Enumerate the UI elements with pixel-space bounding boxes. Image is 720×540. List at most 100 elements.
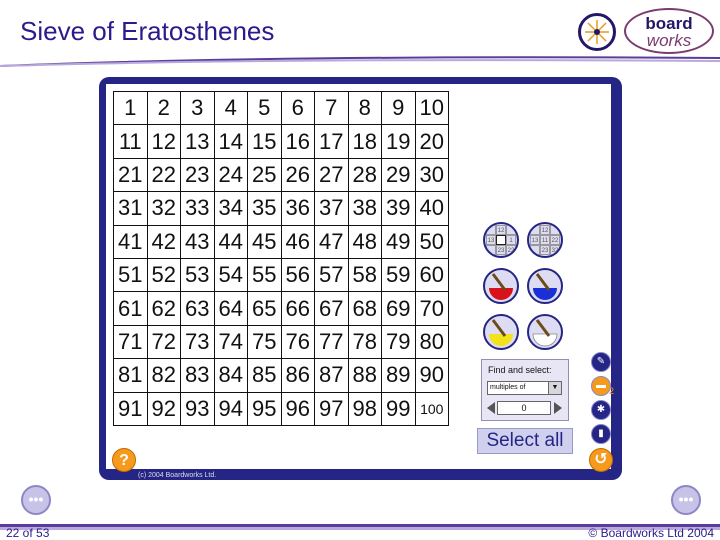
grid-cell[interactable]: 67 [314,291,349,326]
grid-cell[interactable]: 24 [213,157,248,193]
grid-cell[interactable]: 7 [314,90,349,126]
grid-cell[interactable]: 4 [213,90,248,126]
grid-cell[interactable]: 35 [247,191,282,226]
help-button[interactable]: ? [112,448,136,472]
grid-cell[interactable]: 32 [146,191,181,226]
grid-cell[interactable]: 81 [113,358,148,393]
grid-cell[interactable]: 19 [381,124,416,159]
grid-cell[interactable]: 12 [146,124,181,159]
grid-cell[interactable]: 29 [381,157,416,193]
grid-cell[interactable]: 46 [280,224,315,259]
grid-cell[interactable]: 18 [347,124,382,159]
previous-slide-button[interactable]: ••• [21,485,51,515]
grid-cell[interactable]: 41 [113,224,148,259]
grid-cell[interactable]: 52 [146,257,181,293]
grid-cell[interactable]: 15 [247,124,282,159]
grid-cell[interactable]: 61 [113,291,148,326]
grid-cell[interactable]: 97 [314,391,349,426]
grid-cell[interactable]: 90 [414,358,449,393]
increment-arrow-icon[interactable] [554,402,562,414]
chevron-down-icon[interactable]: ▼ [548,382,561,394]
grid-cell[interactable]: 34 [213,191,248,226]
grid-cell[interactable]: 20 [414,124,449,159]
tool-paint-yellow[interactable] [483,314,519,350]
decrement-arrow-icon[interactable] [487,402,495,414]
grid-cell[interactable]: 99 [381,391,416,426]
grid-cell[interactable]: 47 [314,224,349,259]
grid-cell[interactable]: 27 [314,157,349,193]
grid-cell[interactable]: 76 [280,324,315,360]
grid-cell[interactable]: 8 [347,90,382,126]
grid-cell[interactable]: 73 [180,324,215,360]
grid-cell[interactable]: 83 [180,358,215,393]
grid-cell[interactable]: 66 [280,291,315,326]
grid-cell[interactable]: 92 [146,391,181,426]
grid-cell[interactable]: 26 [280,157,315,193]
grid-cell[interactable]: 72 [146,324,181,360]
grid-cell[interactable]: 95 [247,391,282,426]
grid-cell[interactable]: 36 [280,191,315,226]
grid-cell[interactable]: 17 [314,124,349,159]
grid-cell[interactable]: 74 [213,324,248,360]
grid-cell[interactable]: 87 [314,358,349,393]
grid-cell[interactable]: 33 [180,191,215,226]
grid-cell[interactable]: 1 [113,90,148,126]
grid-cell[interactable]: 14 [213,124,248,159]
grid-cell[interactable]: 30 [414,157,449,193]
grid-cell[interactable]: 60 [414,257,449,293]
grid-cell[interactable]: 6 [280,90,315,126]
grid-cell[interactable]: 85 [247,358,282,393]
grid-cell[interactable]: 82 [146,358,181,393]
grid-cell[interactable]: 56 [280,257,315,293]
grid-cell[interactable]: 65 [247,291,282,326]
undo-button[interactable]: ↺ [589,448,613,472]
grid-cell[interactable]: 84 [213,358,248,393]
side-pen-button[interactable]: ✎ [591,352,611,372]
grid-cell[interactable]: 64 [213,291,248,326]
grid-cell[interactable]: 3 [180,90,215,126]
grid-cell[interactable]: 88 [347,358,382,393]
grid-cell[interactable]: 38 [347,191,382,226]
select-all-button[interactable]: Select all [477,428,573,454]
grid-cell[interactable]: 48 [347,224,382,259]
grid-cell[interactable]: 25 [247,157,282,193]
tool-show-number[interactable]: 12 13 11 22 23 32 [527,222,563,258]
grid-cell[interactable]: 21 [113,157,148,193]
grid-cell[interactable]: 89 [381,358,416,393]
grid-cell[interactable]: 100 [414,391,449,426]
grid-cell[interactable]: 42 [146,224,181,259]
grid-cell[interactable]: 96 [280,391,315,426]
stepper-value[interactable]: 0 [497,401,551,415]
grid-cell[interactable]: 49 [381,224,416,259]
grid-cell[interactable]: 80 [414,324,449,360]
grid-cell[interactable]: 5 [247,90,282,126]
grid-cell[interactable]: 75 [247,324,282,360]
grid-cell[interactable]: 10 [414,90,449,126]
grid-cell[interactable]: 63 [180,291,215,326]
grid-cell[interactable]: 50 [414,224,449,259]
grid-cell[interactable]: 53 [180,257,215,293]
grid-cell[interactable]: 54 [213,257,248,293]
grid-cell[interactable]: 43 [180,224,215,259]
grid-cell[interactable]: 44 [213,224,248,259]
side-bin-button[interactable]: ▮ [591,424,611,444]
grid-cell[interactable]: 91 [113,391,148,426]
grid-cell[interactable]: 45 [247,224,282,259]
grid-cell[interactable]: 79 [381,324,416,360]
grid-cell[interactable]: 28 [347,157,382,193]
grid-cell[interactable]: 77 [314,324,349,360]
grid-cell[interactable]: 70 [414,291,449,326]
tool-paint-white[interactable] [527,314,563,350]
next-slide-button[interactable]: ••• [671,485,701,515]
grid-cell[interactable]: 16 [280,124,315,159]
grid-cell[interactable]: 31 [113,191,148,226]
grid-cell[interactable]: 13 [180,124,215,159]
grid-cell[interactable]: 68 [347,291,382,326]
grid-cell[interactable]: 23 [180,157,215,193]
grid-cell[interactable]: 11 [113,124,148,159]
grid-cell[interactable]: 37 [314,191,349,226]
grid-cell[interactable]: 59 [381,257,416,293]
grid-cell[interactable]: 71 [113,324,148,360]
multiples-dropdown[interactable]: multiples of ▼ [487,381,562,395]
grid-cell[interactable]: 69 [381,291,416,326]
